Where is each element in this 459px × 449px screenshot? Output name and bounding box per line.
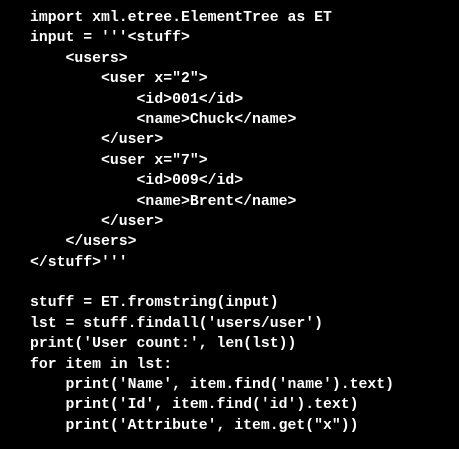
code-line-user2-close: </user> <box>30 213 164 230</box>
code-block: import xml.etree.ElementTree as ET input… <box>0 0 459 449</box>
code-line-for-loop: for item in lst: <box>30 356 173 373</box>
code-line-print-id: print('Id', item.find('id').text) <box>30 397 359 414</box>
code-line-input-assignment: input = '''<stuff> <box>30 30 190 47</box>
code-line-findall: lst = stuff.findall('users/user') <box>30 315 324 332</box>
code-line-import: import xml.etree.ElementTree as ET <box>30 10 332 26</box>
code-line-user2-name: <name>Brent</name> <box>30 193 297 210</box>
code-line-print-count: print('User count:', len(lst)) <box>30 336 297 353</box>
code-line-fromstring: stuff = ET.fromstring(input) <box>30 295 279 312</box>
code-line-stuff-close: </stuff>''' <box>30 254 128 271</box>
code-line-user1-id: <id>001</id> <box>30 91 244 108</box>
code-line-users-open: <users> <box>30 50 128 67</box>
code-line-print-name: print('Name', item.find('name').text) <box>30 377 395 394</box>
code-line-user1-name: <name>Chuck</name> <box>30 111 297 128</box>
code-line-users-close: </users> <box>30 234 137 251</box>
code-line-user1-open: <user x="2"> <box>30 71 208 88</box>
code-line-user1-close: </user> <box>30 132 164 149</box>
code-line-user2-open: <user x="7"> <box>30 152 208 169</box>
code-line-user2-id: <id>009</id> <box>30 173 244 190</box>
code-line-print-attribute: print('Attribute', item.get("x")) <box>30 417 359 434</box>
